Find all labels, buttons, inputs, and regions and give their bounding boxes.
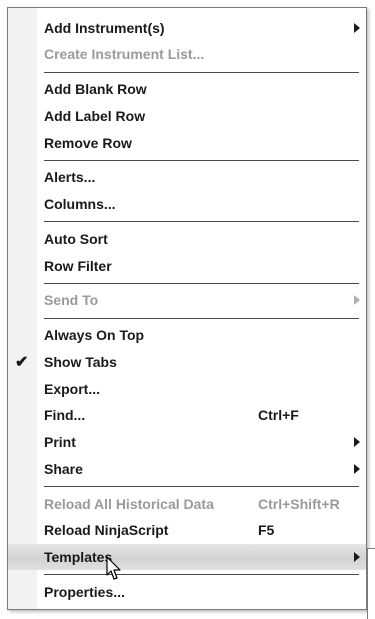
menu-item-label: Alerts...	[44, 169, 96, 185]
menu-item-shortcut: F5	[258, 522, 275, 538]
submenu-arrow-icon	[354, 552, 360, 562]
menu-item-label: Properties...	[44, 584, 125, 600]
menu-item-label: Auto Sort	[44, 231, 108, 247]
checkmark-icon: ✔	[15, 354, 29, 371]
menu-item-label: Reload All Historical Data	[44, 496, 214, 512]
menu-item-label: Add Label Row	[44, 108, 146, 124]
menu-item-properties[interactable]: Properties...	[8, 579, 366, 605]
menu-item-label: Show Tabs	[44, 354, 117, 370]
menu-item-print[interactable]: Print	[8, 429, 366, 455]
menu-item-reload-historical: Reload All Historical Data Ctrl+Shift+R	[8, 491, 366, 517]
menu-item-shortcut: Ctrl+F	[258, 407, 299, 423]
menu-item-label: Add Blank Row	[44, 81, 147, 97]
menu-item-label: Columns...	[44, 196, 116, 212]
menu-item-add-label-row[interactable]: Add Label Row	[8, 103, 366, 129]
menu-separator	[44, 318, 359, 319]
menu-item-columns[interactable]: Columns...	[8, 191, 366, 217]
menu-item-always-on-top[interactable]: Always On Top	[8, 322, 366, 348]
menu-item-reload-ninjascript[interactable]: Reload NinjaScript F5	[8, 517, 366, 543]
submenu-arrow-icon	[354, 295, 360, 305]
menu-item-auto-sort[interactable]: Auto Sort	[8, 226, 366, 252]
menu-item-templates[interactable]: Templates	[8, 544, 366, 570]
menu-item-find[interactable]: Find... Ctrl+F	[8, 402, 366, 428]
menu-item-label: Send To	[44, 292, 99, 308]
menu-item-label: Create Instrument List...	[44, 46, 205, 62]
menu-item-alerts[interactable]: Alerts...	[8, 164, 366, 190]
menu-item-row-filter[interactable]: Row Filter	[8, 253, 366, 279]
menu-separator	[44, 160, 359, 161]
templates-submenu-edge	[367, 548, 375, 619]
menu-item-label: Templates	[44, 549, 113, 565]
menu-item-send-to: Send To	[8, 287, 366, 313]
submenu-arrow-icon	[354, 464, 360, 474]
menu-item-show-tabs[interactable]: ✔ Show Tabs	[8, 349, 366, 375]
menu-item-create-instrument-list: Create Instrument List...	[8, 41, 366, 67]
submenu-arrow-icon	[354, 437, 360, 447]
menu-item-add-instruments[interactable]: Add Instrument(s)	[8, 15, 366, 41]
menu-item-label: Export...	[44, 381, 101, 397]
menu-item-label: Remove Row	[44, 135, 132, 151]
menu-item-share[interactable]: Share	[8, 456, 366, 482]
menu-item-shortcut: Ctrl+Shift+R	[258, 496, 340, 512]
menu-separator	[44, 283, 359, 284]
submenu-arrow-icon	[354, 23, 360, 33]
menu-item-label: Find...	[44, 407, 86, 423]
menu-separator	[44, 72, 359, 73]
mouse-pointer-icon	[106, 556, 121, 580]
menu-separator	[44, 574, 359, 575]
menu-item-label: Print	[44, 434, 76, 450]
menu-separator	[44, 486, 359, 487]
menu-separator	[44, 221, 359, 222]
menu-item-label: Share	[44, 461, 83, 477]
context-menu: Add Instrument(s) Create Instrument List…	[7, 7, 367, 610]
menu-item-label: Row Filter	[44, 258, 112, 274]
menu-item-add-blank-row[interactable]: Add Blank Row	[8, 76, 366, 102]
menu-item-label: Reload NinjaScript	[44, 522, 169, 538]
menu-item-label: Always On Top	[44, 327, 145, 343]
menu-item-label: Add Instrument(s)	[44, 20, 165, 36]
menu-item-remove-row[interactable]: Remove Row	[8, 130, 366, 156]
menu-item-export[interactable]: Export...	[8, 376, 366, 402]
